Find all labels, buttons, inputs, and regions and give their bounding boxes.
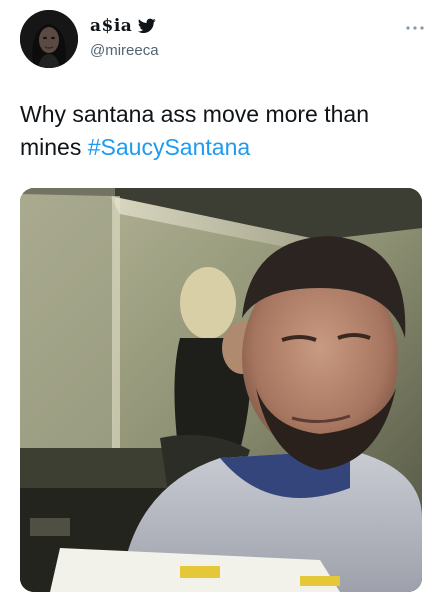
avatar[interactable] <box>20 10 78 68</box>
tweet-text: Why santana ass move more than mines #Sa… <box>20 98 420 164</box>
hashtag-link[interactable]: #SaucySantana <box>88 134 250 160</box>
user-handle[interactable]: @mireeca <box>90 42 159 59</box>
more-options-icon[interactable] <box>405 20 425 30</box>
media-photo <box>20 188 422 592</box>
avatar-image <box>20 10 78 68</box>
display-name[interactable]: a$ia <box>90 16 132 36</box>
name-row: a$ia <box>90 16 157 36</box>
tweet-media[interactable] <box>20 188 422 592</box>
tweet-card: a$ia @mireeca Why santana ass move more … <box>0 0 441 600</box>
twitter-bird-icon <box>138 18 157 34</box>
